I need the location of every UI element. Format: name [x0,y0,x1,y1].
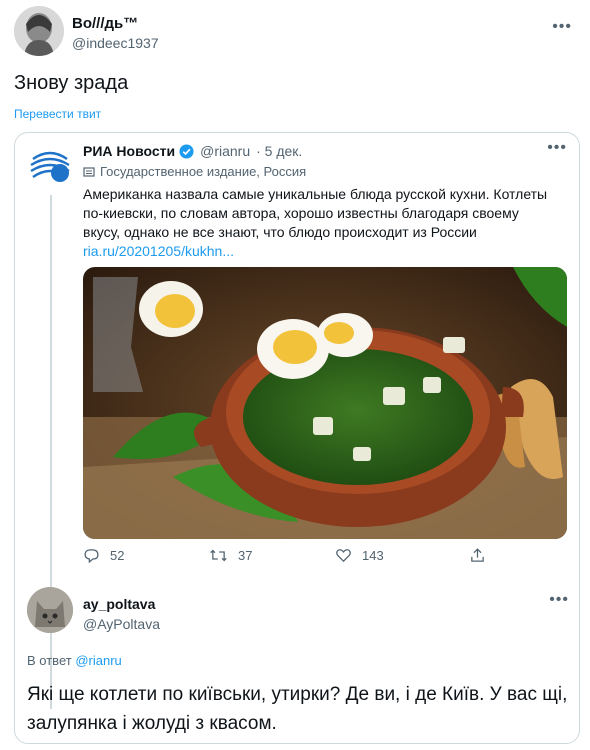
verified-badge-icon [179,143,194,159]
quoted-author-name[interactable]: РИА Новости [83,143,175,159]
quoted-action-bar: 52 37 143 [83,547,503,571]
reply-to-prefix: В ответ [27,653,72,668]
quoted-time[interactable]: · 5 дек. [256,143,302,159]
quoted-tweet-card[interactable]: РИА Новости @rianru · 5 дек. Государстве… [14,132,580,744]
quoted-tweet-body: Американка назвала самые уникальные блюд… [83,185,553,261]
flag-icon [83,166,95,177]
reply-author-name[interactable]: ay_poltava [83,596,155,612]
reply-avatar[interactable] [27,587,73,633]
quoted-author-handle[interactable]: @rianru [200,143,250,159]
like-count: 143 [362,548,384,563]
retweet-icon [210,549,227,562]
reply-text: Які ще котлети по київськи, утирки? Де в… [27,684,568,734]
state-media-label-text: Государственное издание, Россия [100,164,307,179]
like-action[interactable]: 143 [335,547,384,564]
reply-more-icon[interactable]: ••• [549,591,569,609]
state-media-label[interactable]: Государственное издание, Россия [83,164,306,179]
share-icon [471,548,484,562]
ria-logo-icon [28,144,72,188]
reply-to-mention[interactable]: @rianru [75,653,121,668]
tweet-header: Во///дь™ @indeec1937 ••• [14,6,576,58]
author-name[interactable]: Во///дь™ [72,15,138,32]
reply-icon [84,549,99,564]
reply-author-handle[interactable]: @AyPoltava [83,616,160,632]
share-action[interactable] [469,547,496,564]
reply-to-line: В ответ @rianru [27,653,122,668]
retweet-action[interactable]: 37 [209,547,252,564]
author-avatar[interactable] [14,6,64,56]
heart-icon [336,549,351,563]
quoted-article-link[interactable]: ria.ru/20201205/kukhn... [83,242,553,261]
quoted-tweet-text: Американка назвала самые уникальные блюд… [83,186,548,240]
more-options-icon[interactable]: ••• [552,18,572,36]
quoted-more-icon[interactable]: ••• [547,139,567,157]
reply-action[interactable]: 52 [83,547,124,564]
translate-tweet-link[interactable]: Перевести твит [14,107,101,121]
reply-count: 52 [110,548,125,563]
reply-tweet[interactable]: ay_poltava @AyPoltava ••• В ответ @rianr… [15,579,579,743]
quoted-author[interactable]: РИА Новости @rianru · 5 дек. [83,143,302,159]
author-handle[interactable]: @indeec1937 [72,35,159,51]
ria-avatar[interactable] [27,143,73,189]
soup-photo[interactable] [83,267,567,539]
tweet-text: Знову зрада [14,72,129,94]
retweet-count: 37 [238,548,253,563]
